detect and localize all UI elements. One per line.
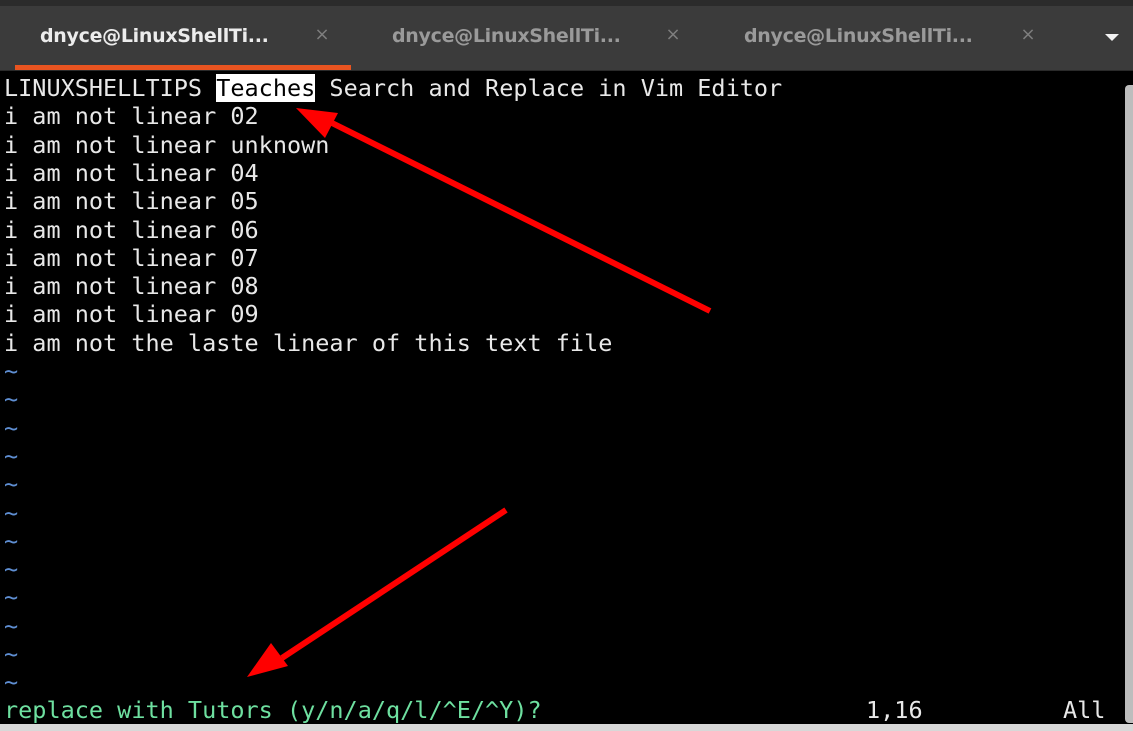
empty-line-tilde: ~ — [4, 441, 19, 470]
close-icon[interactable]: × — [662, 24, 684, 46]
vim-editor[interactable]: LINUXSHELLTIPS Teaches Search and Replac… — [0, 71, 1125, 724]
empty-line-tilde: ~ — [4, 668, 19, 697]
empty-line-tilde: ~ — [4, 555, 19, 584]
empty-line-tilde: ~ — [4, 640, 19, 668]
empty-line-tilde: ~ — [4, 611, 19, 640]
empty-line-tilde: ~ — [4, 413, 19, 442]
empty-line-tilde: ~ — [4, 357, 19, 385]
line-text-after: Search and Replace in Vim Editor — [315, 74, 783, 102]
line-text-before: LINUXSHELLTIPS — [4, 74, 217, 102]
editor-line: i am not linear 09 — [4, 300, 259, 329]
editor-line: i am not the laste linear of this text f… — [4, 328, 613, 357]
tab-1[interactable]: dnyce@LinuxShellTi... × — [0, 6, 352, 70]
close-icon[interactable]: × — [1017, 24, 1039, 46]
scroll-position: All — [1063, 696, 1106, 724]
empty-line-tilde: ~ — [4, 470, 19, 499]
empty-line-tilde: ~ — [4, 526, 19, 555]
empty-line-tilde: ~ — [4, 498, 19, 527]
editor-line: i am not linear 05 — [4, 187, 259, 216]
tab-title: dnyce@LinuxShellTi... — [392, 25, 621, 47]
tab-title: dnyce@LinuxShellTi... — [744, 25, 973, 47]
editor-line: i am not linear 04 — [4, 158, 259, 187]
tab-3[interactable]: dnyce@LinuxShellTi... × — [704, 6, 1056, 70]
window-bottom-edge — [0, 724, 1133, 731]
editor-line: i am not linear 08 — [4, 272, 259, 301]
chevron-down-icon[interactable] — [1105, 34, 1119, 41]
close-icon[interactable]: × — [311, 24, 333, 46]
active-tab-indicator — [15, 65, 351, 70]
editor-line: i am not linear 02 — [4, 102, 259, 131]
terminal-window: dnyce@LinuxShellTi... × dnyce@LinuxShell… — [0, 0, 1133, 731]
editor-line: i am not linear 07 — [4, 243, 259, 272]
empty-line-tilde: ~ — [4, 583, 19, 612]
editor-line: i am not linear unknown — [4, 130, 330, 159]
scrollbar[interactable] — [1125, 85, 1133, 723]
tab-2[interactable]: dnyce@LinuxShellTi... × — [352, 6, 704, 70]
cursor-position: 1,16 — [866, 696, 923, 724]
editor-line: i am not linear 06 — [4, 215, 259, 244]
editor-line-1: LINUXSHELLTIPS Teaches Search and Replac… — [4, 74, 782, 102]
tab-title: dnyce@LinuxShellTi... — [40, 25, 269, 47]
replace-confirm-prompt: replace with Tutors (y/n/a/q/l/^E/^Y)? — [4, 696, 542, 724]
search-match-highlight: Teaches — [216, 74, 316, 102]
tab-bar: dnyce@LinuxShellTi... × dnyce@LinuxShell… — [0, 6, 1133, 71]
empty-line-tilde: ~ — [4, 385, 19, 414]
